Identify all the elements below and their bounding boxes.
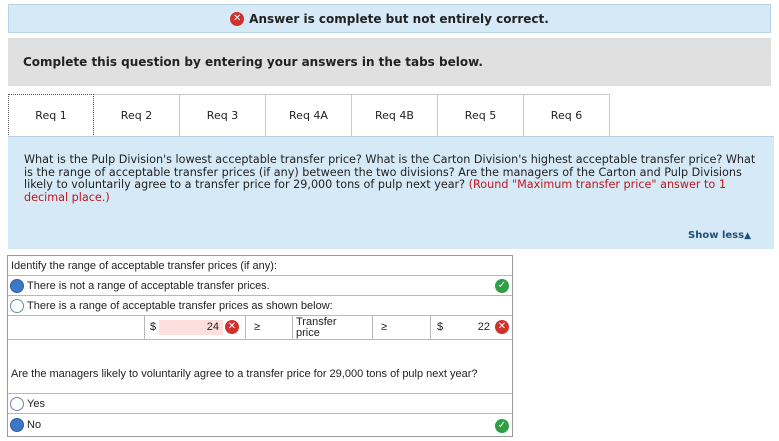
ge-symbol: ≥ [381, 321, 388, 333]
blank-cell [8, 316, 145, 339]
check-circle-icon: ✓ [495, 279, 509, 293]
agree-prompt-row: Are the managers likely to voluntarily a… [8, 366, 512, 394]
tab-label: Req 5 [464, 109, 497, 122]
agree-prompt: Are the managers likely to voluntarily a… [11, 368, 478, 380]
ge-right-cell: ≥ [373, 316, 431, 339]
option-no-row[interactable]: No ✓ [8, 414, 512, 436]
max-price-cell: $ 22 ✕ [431, 316, 512, 339]
instructions-bar: Complete this question by entering your … [8, 38, 771, 86]
tab-label: Req 4A [289, 109, 328, 122]
tab-label: Req 3 [206, 109, 239, 122]
option-range-label: There is a range of acceptable transfer … [27, 300, 333, 312]
x-circle-icon: ✕ [230, 11, 245, 26]
tab-req-6[interactable]: Req 6 [524, 94, 610, 137]
option-yes-label: Yes [27, 398, 45, 410]
radio-no-range[interactable] [10, 279, 24, 293]
option-no-range-row[interactable]: There is not a range of acceptable trans… [8, 276, 512, 296]
check-circle-icon: ✓ [495, 419, 509, 433]
tab-label: Req 1 [35, 109, 67, 122]
show-less-label: Show less [688, 230, 745, 241]
radio-yes[interactable] [10, 397, 24, 411]
tab-label: Req 6 [550, 109, 583, 122]
transfer-price-label: Transfer price [296, 316, 337, 339]
show-less-link[interactable]: Show less▲ [688, 230, 751, 241]
range-prompt: Identify the range of acceptable transfe… [11, 260, 277, 272]
tab-req-1[interactable]: Req 1 [8, 94, 94, 137]
range-prompt-row: Identify the range of acceptable transfe… [8, 256, 512, 276]
currency-symbol: $ [437, 321, 444, 333]
option-range-row[interactable]: There is a range of acceptable transfer … [8, 296, 512, 316]
answer-table: Identify the range of acceptable transfe… [7, 255, 513, 437]
result-banner-text: Answer is complete but not entirely corr… [249, 11, 549, 26]
triangle-up-icon: ▲ [744, 231, 751, 241]
requirement-tabs: Req 1 Req 2 Req 3 Req 4A Req 4B Req 5 Re… [8, 94, 610, 137]
transfer-price-cell: Transfer price [293, 316, 373, 339]
question-panel: What is the Pulp Division's lowest accep… [8, 136, 774, 249]
min-price-value: 24 [206, 321, 219, 333]
tab-req-2[interactable]: Req 2 [94, 94, 180, 137]
instructions-text: Complete this question by entering your … [23, 55, 483, 69]
max-price-input[interactable]: 22 [446, 320, 494, 335]
tab-label: Req 2 [120, 109, 153, 122]
blank-row [8, 340, 512, 366]
max-price-value: 22 [477, 321, 490, 333]
ge-left-cell: ≥ [246, 316, 293, 339]
range-inputs-row: $ 24 ✕ ≥ Transfer price ≥ $ 22 ✕ [8, 316, 512, 340]
min-price-input[interactable]: 24 [159, 320, 223, 335]
tab-req-4b[interactable]: Req 4B [352, 94, 438, 137]
option-no-range-label: There is not a range of acceptable trans… [27, 280, 270, 292]
tab-req-5[interactable]: Req 5 [438, 94, 524, 137]
radio-range[interactable] [10, 299, 24, 313]
min-price-cell: $ 24 ✕ [145, 316, 246, 339]
radio-no[interactable] [10, 418, 24, 432]
currency-symbol: $ [150, 321, 157, 333]
ge-symbol: ≥ [254, 321, 261, 333]
tab-req-4a[interactable]: Req 4A [266, 94, 352, 137]
tab-label: Req 4B [375, 109, 414, 122]
option-no-label: No [27, 419, 42, 431]
tab-req-3[interactable]: Req 3 [180, 94, 266, 137]
option-yes-row[interactable]: Yes [8, 394, 512, 414]
x-circle-icon: ✕ [495, 320, 509, 334]
result-banner: ✕ Answer is complete but not entirely co… [8, 4, 771, 33]
x-circle-icon: ✕ [225, 320, 239, 334]
